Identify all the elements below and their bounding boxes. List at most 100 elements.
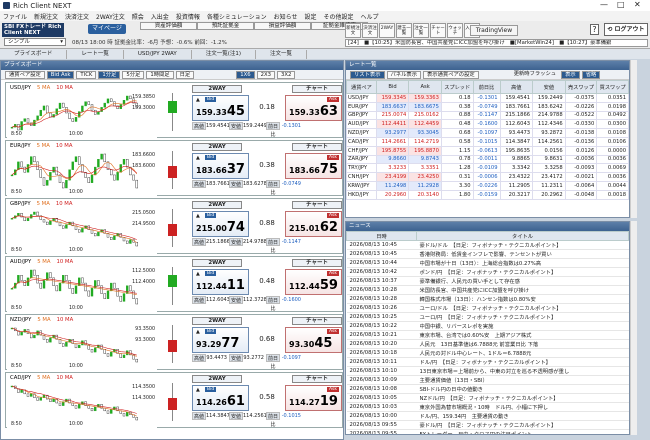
two-way-button[interactable]: 2WAY [192, 375, 242, 383]
menu-item-inquiry[interactable]: 照会 [132, 12, 144, 21]
menu-item-simulation[interactable]: 各種シミュレーション [207, 12, 267, 21]
menu-item-2way[interactable]: 2WAY注文 [96, 12, 125, 21]
watch-button[interactable]: ウォッチ [447, 23, 463, 38]
pair-display-settings-button[interactable]: 表示通貨ペアの設定 [423, 70, 479, 79]
rate-row[interactable]: EUR/JPY 183.6637 183.6675 0.38 -0.0749 183.76… [346, 101, 629, 112]
order-list-button[interactable]: 注文一覧 [413, 23, 429, 38]
settle-order-button[interactable]: 決済注文 [362, 23, 378, 38]
chart-open-button[interactable]: チャート [292, 201, 342, 209]
tab-order-list[interactable]: 注文一覧 [256, 49, 308, 59]
news-row[interactable]: 2026/08/13 10:25 ユーロ/円 【日足：フィボナッチ・テクニカルポイ… [346, 312, 629, 322]
rate-row[interactable]: USD/JPY 159.3345 159.3363 0.18 -0.1301 159.45… [346, 93, 629, 103]
two-way-button[interactable]: 2WAY [192, 143, 242, 151]
news-row[interactable]: 2026/08/13 10:05 NZドル/円 【日足：フィボナッチ・テクニカルポ… [346, 393, 629, 403]
ask-button[interactable]: Ask 215.0162 [285, 211, 342, 237]
bid-button[interactable]: Bid ▲ 159.3345 [192, 95, 249, 121]
tab-usdjpy-2way[interactable]: USD/JPY 2WAY [124, 49, 192, 59]
rate-row[interactable]: CHF/JPY 195.8755 195.8870 1.15 -0.0613 195.86… [346, 145, 629, 156]
panel-view-button[interactable]: パネル表示 [386, 70, 421, 79]
mini-chart[interactable]: CAD/JPY 5 MA 10 MA 114.3500 114.3000 8:5… [7, 374, 157, 428]
rate-col-header[interactable]: 売スワップ [564, 80, 598, 94]
new-order-button[interactable]: 新規注文 [345, 23, 361, 38]
rate-col-header[interactable]: 買スワップ [596, 80, 629, 94]
m5-button[interactable]: 5分足 [122, 70, 145, 79]
bid-ask-toggle[interactable]: Bid Ask [46, 70, 75, 79]
news-row[interactable]: 2026/08/13 10:03 東京外国為替市場概況・10時 ドル円、小幅に下押… [346, 402, 629, 412]
chart-button[interactable]: チャート [430, 23, 446, 38]
menu-item-invest-info[interactable]: 投資情報 [176, 12, 200, 21]
layout-1x6-button[interactable]: 1X6 [236, 70, 255, 79]
two-way-button[interactable]: 2WAY [192, 201, 242, 209]
rate-col-header[interactable]: 高値 [499, 80, 534, 94]
news-row[interactable]: 2026/08/13 10:42 ポンド/円 【日足：フィボナッチ・テクニカルポイ… [346, 267, 629, 277]
flash-off-button[interactable]: 省略 [581, 70, 601, 79]
position-list-button[interactable]: 建玉一覧 [396, 23, 412, 38]
maximize-icon[interactable]: □ [617, 0, 625, 9]
rate-row[interactable]: ZAR/JPY 9.8660 9.8743 0.78 -0.0011 9.8865 9.86… [346, 154, 629, 165]
rate-row[interactable]: AUD/JPY 112.4411 112.4459 0.48 -0.1600 112.60… [346, 119, 629, 130]
help-button[interactable]: ? [590, 24, 599, 35]
news-row[interactable]: 2026/08/13 10:45 豪ドル/ドル 【日足：フィボナッチ・テクニカルポ… [346, 240, 629, 250]
news-row[interactable]: 2026/08/13 10:28 韓国株式市場（13日）：ハンセン指数は0.80%… [346, 294, 629, 304]
layout-select[interactable]: シンプル ▾ [4, 38, 66, 46]
layout-3x2-button[interactable]: 3X2 [276, 70, 296, 79]
tick-button[interactable]: TICK [76, 70, 97, 79]
rate-row[interactable]: HKD/JPY 20.2960 20.3140 1.80 -0.0159 20.3217 2… [346, 189, 629, 200]
two-way-button[interactable]: 2WAY [192, 259, 242, 267]
chart-open-button[interactable]: チャート [292, 85, 342, 93]
tab-rate-list[interactable]: レート一覧 [67, 49, 124, 59]
bid-button[interactable]: Bid ▲ 215.0074 [192, 211, 249, 237]
news-row[interactable]: 2026/08/13 10:45 香港財務局：低賃金インフレで影響、テンセントが買… [346, 249, 629, 259]
rate-row[interactable]: CNH/JPY 23.4199 23.4250 0.31 -0.0006 23.4322 2… [346, 172, 629, 182]
close-icon[interactable]: ✕ [634, 0, 641, 9]
two-way-button[interactable]: 2WAY [379, 23, 395, 38]
menu-item-notice[interactable]: お知らせ [274, 12, 298, 21]
chart-open-button[interactable]: チャート [292, 375, 342, 383]
two-way-button[interactable]: 2WAY [192, 317, 242, 325]
news-row[interactable]: 2026/08/13 10:26 ユーロ/ドル 【日足：フィボナッチ・テクニカルポ… [346, 303, 629, 313]
news-row[interactable]: 2026/08/13 10:21 東京市場、台湾では0.60%安 上期アジア株式 [346, 330, 629, 340]
mypage-button[interactable]: マイページ [88, 24, 126, 34]
rate-col-header[interactable]: Bid [375, 80, 410, 94]
news-row[interactable]: 2026/08/13 10:00 ドル/円、159.34円 主要通貨の動き [346, 411, 629, 421]
chart-open-button[interactable]: チャート [292, 317, 342, 325]
rate-col-header[interactable]: 通貨ペア [346, 80, 377, 94]
menu-item-deposit[interactable]: 入出金 [151, 12, 169, 21]
rate-row[interactable]: CAD/JPY 114.2661 114.2719 0.58 -0.1015 114.38… [346, 136, 629, 147]
rate-col-header[interactable]: スプレッド [440, 80, 474, 94]
chart-open-button[interactable]: チャート [292, 259, 342, 267]
ask-button[interactable]: Ask 93.3045 [285, 327, 342, 353]
pair-settings-button[interactable]: 通貨ペア設定 [5, 70, 45, 79]
news-row[interactable]: 2026/08/13 10:44 中国市場が十日（13日）：上海総合指数は0.27… [346, 258, 629, 268]
menu-item-help[interactable]: ヘルプ [361, 12, 379, 21]
bid-button[interactable]: Bid ▲ 93.2977 [192, 327, 249, 353]
rate-row[interactable]: TRY/JPY 3.3233 3.3351 1.28 -0.0109 3.3342 3.32… [346, 163, 629, 174]
news-scrollbar[interactable] [630, 221, 637, 435]
news-row[interactable]: 2026/08/13 10:28 米国防長官、中国共産党にICC加盟を呼び掛け [346, 285, 629, 295]
minimize-icon[interactable]: — [600, 0, 608, 9]
h1-button[interactable]: 1時間足 [146, 70, 174, 79]
bid-button[interactable]: Bid ▲ 114.2661 [192, 385, 249, 411]
ask-button[interactable]: Ask 183.6675 [285, 153, 342, 179]
news-row[interactable]: 2026/08/13 09:55 FXトレーダー 日中・クロス円の注目ポイント [346, 429, 629, 434]
tradingview-button[interactable]: TradingView [470, 25, 518, 36]
bid-button[interactable]: Bid ▲ 183.6637 [192, 153, 249, 179]
rate-row[interactable]: NZD/JPY 93.2977 93.3045 0.68 -0.1097 93.4473 9… [346, 128, 629, 138]
two-way-button[interactable]: 2WAY [192, 85, 242, 93]
news-row[interactable]: 2026/08/13 10:08 SBI-ドル円の日中の値動き [346, 384, 629, 394]
tab-priceboard[interactable]: プライスボード [0, 49, 68, 59]
news-row[interactable]: 2026/08/13 10:18 人民元の対ドル中心レート、1ドル＝6.7888元 [346, 348, 629, 358]
rate-list-scrollbar[interactable] [630, 60, 637, 218]
logout-button[interactable]: ⟲ ログアウト [604, 23, 648, 36]
menu-item-new-order[interactable]: 新規注文 [34, 12, 58, 21]
menu-item-other-settings[interactable]: その他設定 [324, 12, 354, 21]
mini-chart[interactable]: NZD/JPY 5 MA 10 MA 93.3500 93.3000 8:50 … [7, 316, 157, 370]
ask-button[interactable]: Ask 114.2719 [285, 385, 342, 411]
mini-chart[interactable]: AUD/JPY 5 MA 10 MA 112.5000 112.4000 8:5… [7, 258, 157, 312]
news-row[interactable]: 2026/08/13 10:20 人民元 13日基準値は6.7888元 前営業日比… [346, 339, 629, 349]
news-row[interactable]: 2026/08/13 10:11 ドル/円 【日足：フィボナッチ・テクニカルポイン… [346, 357, 629, 367]
rate-col-header[interactable]: Ask [408, 80, 442, 94]
rate-col-header[interactable]: 安値 [532, 80, 566, 94]
news-row[interactable]: 2026/08/13 10:37 豪準備銀行、人民元の買い手として存在感 [346, 276, 629, 286]
mini-chart[interactable]: GBP/JPY 5 MA 10 MA 215.0500 214.9500 8:5… [7, 200, 157, 254]
